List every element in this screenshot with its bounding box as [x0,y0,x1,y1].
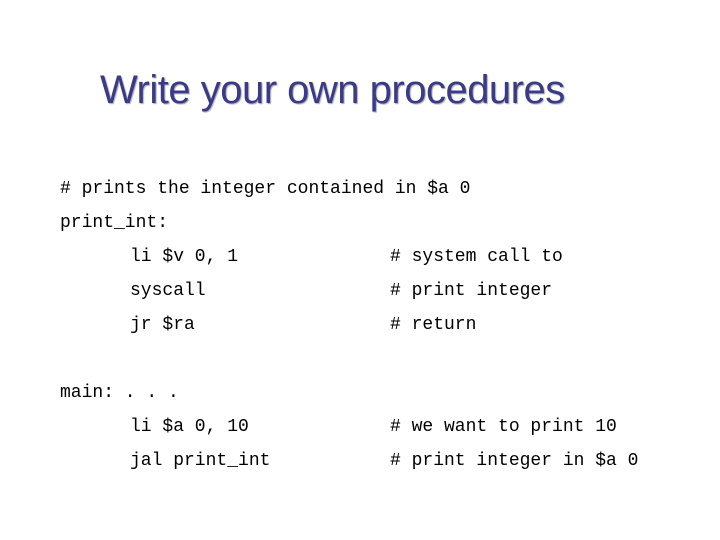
code-comment-top: # prints the integer contained in $a 0 [60,180,638,198]
code-instr: jr $ra [130,316,390,334]
code-line-2: syscall# print integer [60,282,638,300]
code-block: # prints the integer contained in $a 0 p… [60,180,638,486]
code-comment: # system call to [390,248,563,266]
code-comment: # return [390,316,476,334]
code-label-main: main: . . . [60,384,638,402]
code-comment: # print integer [390,282,552,300]
code-instr: li $v 0, 1 [130,248,390,266]
code-instr: li $a 0, 10 [130,418,390,436]
code-comment: # we want to print 10 [390,418,617,436]
code-line-5: jal print_int# print integer in $a 0 [60,452,638,470]
slide: Write your own procedures # prints the i… [0,0,720,540]
code-instr: syscall [130,282,390,300]
blank-line [60,350,638,368]
code-line-3: jr $ra# return [60,316,638,334]
code-label-print-int: print_int: [60,214,638,232]
code-instr: jal print_int [130,452,390,470]
slide-title: Write your own procedures [100,68,565,113]
code-comment: # print integer in $a 0 [390,452,638,470]
code-line-4: li $a 0, 10# we want to print 10 [60,418,638,436]
code-line-1: li $v 0, 1# system call to [60,248,638,266]
